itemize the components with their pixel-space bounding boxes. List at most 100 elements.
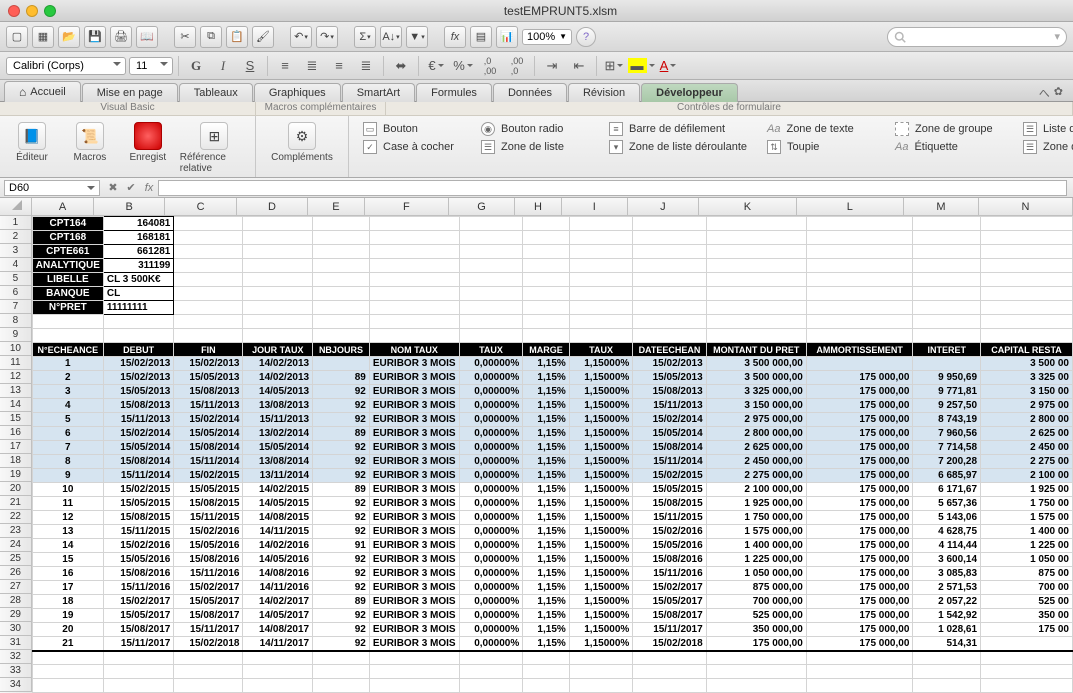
table-row[interactable]: 715/05/201415/08/201415/05/201492EURIBOR… (32, 441, 1072, 455)
fx-button[interactable]: fx (140, 182, 158, 194)
column-header-C[interactable]: C (165, 198, 236, 215)
decrease-decimal-button[interactable]: ,00,0 (505, 56, 529, 76)
filter-button[interactable]: ▼▾ (406, 26, 428, 48)
row-header-29[interactable]: 29 (0, 608, 32, 622)
select-all-corner[interactable] (0, 198, 32, 215)
tab-tableaux[interactable]: Tableaux (179, 83, 253, 102)
ctrl-checkbox[interactable]: ✓Case à cocher (363, 140, 463, 154)
row-header-20[interactable]: 20 (0, 482, 32, 496)
ribbon-collapse-icon[interactable]: へ (1039, 85, 1050, 101)
tab-mise-en-page[interactable]: Mise en page (82, 83, 178, 102)
name-box[interactable]: D60 (4, 180, 100, 196)
decrease-indent-button[interactable]: ⇤ (567, 56, 591, 76)
row-header-19[interactable]: 19 (0, 468, 32, 482)
table-row[interactable]: 1215/08/201515/11/201514/08/201592EURIBO… (32, 511, 1072, 525)
align-center-button[interactable]: ≣ (300, 56, 324, 76)
align-justify-button[interactable]: ≣ (354, 56, 378, 76)
chart-button[interactable]: 📊 (496, 26, 518, 48)
zoom-window-button[interactable] (44, 5, 56, 17)
help-button[interactable]: 📖 (136, 26, 158, 48)
column-header-B[interactable]: B (94, 198, 165, 215)
percent-button[interactable]: % (451, 56, 475, 76)
ctrl-combobox[interactable]: ▾Zone de liste déroulante (609, 140, 749, 154)
row-header-7[interactable]: 7 (0, 300, 32, 314)
row-header-30[interactable]: 30 (0, 622, 32, 636)
row-header-12[interactable]: 12 (0, 370, 32, 384)
row-header-2[interactable]: 2 (0, 230, 32, 244)
formula-input[interactable] (158, 180, 1067, 196)
row-header-17[interactable]: 17 (0, 440, 32, 454)
table-row[interactable]: 1815/02/201715/05/201714/02/201789EURIBO… (32, 595, 1072, 609)
table-row[interactable]: 1115/05/201515/08/201514/05/201592EURIBO… (32, 497, 1072, 511)
table-row[interactable]: 315/05/201315/08/201314/05/201392EURIBOR… (32, 385, 1072, 399)
row-header-21[interactable]: 21 (0, 496, 32, 510)
row-header-5[interactable]: 5 (0, 272, 32, 286)
row-header-14[interactable]: 14 (0, 398, 32, 412)
tab-graphiques[interactable]: Graphiques (254, 83, 341, 102)
tab-formules[interactable]: Formules (416, 83, 492, 102)
ribbon-settings-icon[interactable]: ✿ (1054, 85, 1063, 101)
row-header-13[interactable]: 13 (0, 384, 32, 398)
copy-button[interactable]: ⧉ (200, 26, 222, 48)
templates-button[interactable]: ▦ (32, 26, 54, 48)
column-header-L[interactable]: L (797, 198, 904, 215)
increase-decimal-button[interactable]: ,0,00 (478, 56, 502, 76)
row-header-18[interactable]: 18 (0, 454, 32, 468)
tab-developpeur[interactable]: Développeur (641, 83, 738, 102)
row-header-26[interactable]: 26 (0, 566, 32, 580)
paste-button[interactable]: 📋 (226, 26, 248, 48)
font-combo[interactable]: Calibri (Corps) (6, 57, 126, 75)
tab-donnees[interactable]: Données (493, 83, 567, 102)
print-button[interactable]: 🖨 (110, 26, 132, 48)
accept-formula-button[interactable]: ✔ (122, 181, 140, 194)
ctrl-radio[interactable]: ◉Bouton radio (481, 122, 591, 136)
row-header-31[interactable]: 31 (0, 636, 32, 650)
table-row[interactable]: 1615/08/201615/11/201614/08/201692EURIBO… (32, 567, 1072, 581)
search-box[interactable]: ▾ (887, 27, 1067, 47)
tab-revision[interactable]: Révision (568, 83, 640, 102)
currency-button[interactable]: € (424, 56, 448, 76)
row-header-9[interactable]: 9 (0, 328, 32, 342)
merge-button[interactable]: ⬌ (389, 56, 413, 76)
row-header-16[interactable]: 16 (0, 426, 32, 440)
record-macro-button[interactable]: Enregist (122, 122, 174, 163)
ctrl-button[interactable]: ▭Bouton (363, 122, 463, 136)
column-header-N[interactable]: N (979, 198, 1073, 215)
column-header-K[interactable]: K (699, 198, 797, 215)
row-header-10[interactable]: 10 (0, 342, 32, 356)
row-header-4[interactable]: 4 (0, 258, 32, 272)
table-row[interactable]: 815/08/201415/11/201413/08/201492EURIBOR… (32, 455, 1072, 469)
table-row[interactable]: 1415/02/201615/05/201614/02/201691EURIBO… (32, 539, 1072, 553)
ctrl-label[interactable]: AaÉtiquette (895, 141, 1005, 153)
ctrl-scrollbar[interactable]: ≡Barre de défilement (609, 122, 749, 136)
column-header-E[interactable]: E (308, 198, 364, 215)
close-window-button[interactable] (8, 5, 20, 17)
format-painter-button[interactable]: 🖌 (252, 26, 274, 48)
table-row[interactable]: 515/11/201315/02/201415/11/201392EURIBOR… (32, 413, 1072, 427)
ctrl-dropdown2[interactable]: ☰Liste déroula (1023, 122, 1073, 136)
tab-accueil[interactable]: Accueil (4, 81, 81, 102)
show-formulas-button[interactable]: ▤ (470, 26, 492, 48)
table-row[interactable]: 1315/11/201515/02/201614/11/201592EURIBO… (32, 525, 1072, 539)
macros-button[interactable]: 📜Macros (64, 122, 116, 163)
increase-indent-button[interactable]: ⇥ (540, 56, 564, 76)
spreadsheet-grid[interactable]: ABCDEFGHIJKLMN 1234567891011121314151617… (0, 198, 1073, 693)
complements-button[interactable]: ⚙Compléments (262, 122, 342, 163)
row-header-22[interactable]: 22 (0, 510, 32, 524)
table-row[interactable]: 1015/02/201515/05/201514/02/201589EURIBO… (32, 483, 1072, 497)
table-row[interactable]: 1715/11/201615/02/201714/11/201692EURIBO… (32, 581, 1072, 595)
column-header-I[interactable]: I (562, 198, 628, 215)
help-icon[interactable]: ? (576, 27, 596, 47)
ctrl-dropdown3[interactable]: ☰Zone dérou (1023, 140, 1073, 154)
editor-button[interactable]: 📘Éditeur (6, 122, 58, 163)
autosum-button[interactable]: Σ▾ (354, 26, 376, 48)
redo-button[interactable]: ↷▾ (316, 26, 338, 48)
undo-button[interactable]: ↶▾ (290, 26, 312, 48)
row-header-8[interactable]: 8 (0, 314, 32, 328)
column-header-A[interactable]: A (32, 198, 94, 215)
table-row[interactable]: 415/08/201315/11/201313/08/201392EURIBOR… (32, 399, 1072, 413)
row-header-28[interactable]: 28 (0, 594, 32, 608)
italic-button[interactable]: I (211, 56, 235, 76)
row-header-11[interactable]: 11 (0, 356, 32, 370)
table-row[interactable]: 215/02/201315/05/201314/02/201389EURIBOR… (32, 371, 1072, 385)
